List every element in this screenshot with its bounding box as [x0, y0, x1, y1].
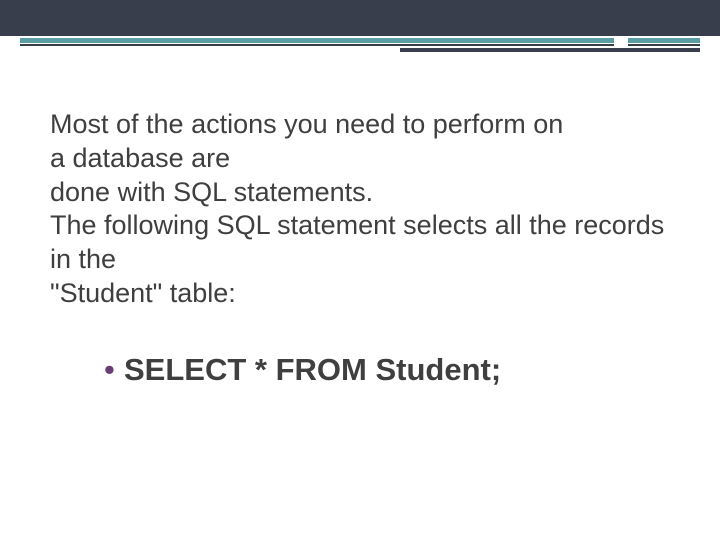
slide: Most of the actions you need to perform … — [0, 0, 720, 540]
bullet-list: SELECT * FROM Student; — [50, 351, 670, 388]
slide-content: Most of the actions you need to perform … — [50, 108, 670, 388]
divider-notch — [614, 38, 628, 47]
divider-dark — [20, 44, 700, 46]
divider-dark-right — [400, 48, 700, 52]
body-paragraph: Most of the actions you need to perform … — [50, 108, 670, 311]
divider-teal — [20, 38, 700, 43]
top-band-dark — [0, 0, 720, 36]
bullet-item-sql: SELECT * FROM Student; — [124, 351, 670, 388]
